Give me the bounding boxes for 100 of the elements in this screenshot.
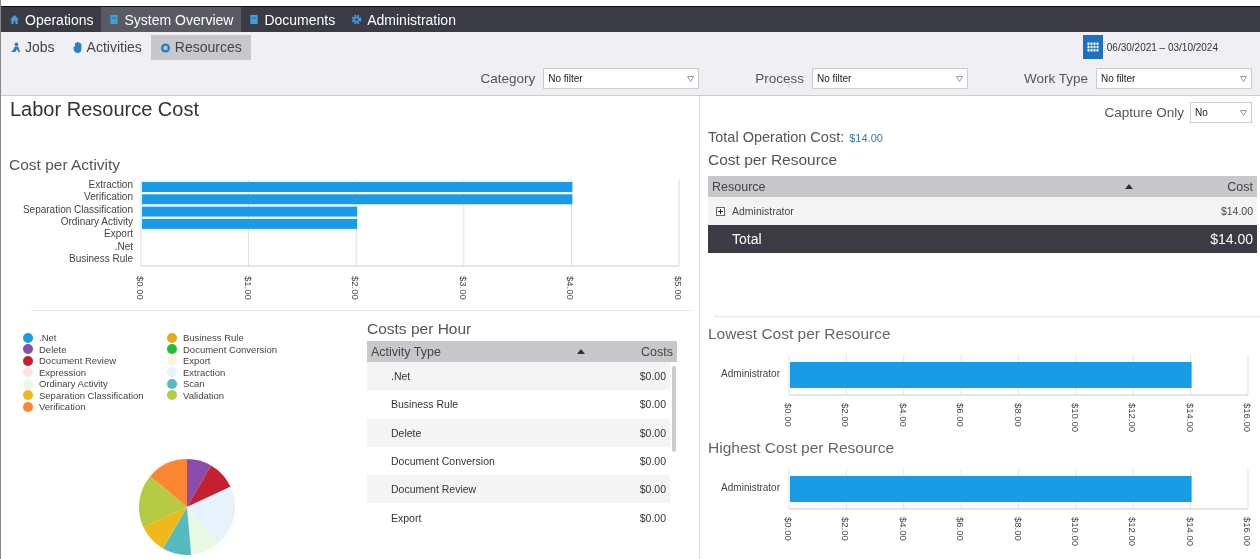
table-cell: $0.00 <box>639 511 666 524</box>
legend-label: Expression <box>39 366 86 378</box>
total-value: $14.00 <box>849 132 883 144</box>
table-cell: Business Rule <box>391 398 459 411</box>
axis-tick-label: $6.00 <box>955 403 967 427</box>
subnav-tab[interactable]: Resources <box>150 34 251 60</box>
table-cell: Delete <box>391 426 422 439</box>
section-title: Highest Cost per Resource <box>708 439 896 457</box>
home-icon <box>9 14 20 25</box>
column-header[interactable]: Cost <box>1227 179 1253 194</box>
section-title: Cost per Activity <box>8 156 122 174</box>
legend-label: Verification <box>39 401 86 413</box>
filter-dropdown[interactable]: No filter <box>811 68 968 89</box>
filter-label: Capture Only <box>1104 105 1184 120</box>
legend-label: Validation <box>183 389 225 401</box>
axis-tick-label: $4.00 <box>565 276 577 300</box>
expand-icon[interactable] <box>716 206 725 216</box>
axis-category-label: Verification <box>84 191 133 203</box>
legend-label: Export <box>183 355 211 367</box>
calendar-icon <box>1086 42 1099 52</box>
table-row[interactable]: Business Rule $0.00 <box>367 390 670 419</box>
table-row[interactable]: Document Review $0.00 <box>367 475 670 504</box>
legend-label: Delete <box>39 343 67 355</box>
column-header[interactable]: Costs <box>641 344 673 359</box>
axis-tick-label: $12.00 <box>1127 403 1139 433</box>
table-row[interactable]: .Net $0.00 <box>367 362 670 391</box>
caret-icon <box>1240 75 1247 82</box>
axis-category-label: Extraction <box>88 179 133 190</box>
caret-icon <box>955 75 963 82</box>
legend-label: Separation Classification <box>39 389 144 401</box>
axis-tick-label: $10.00 <box>1069 517 1081 547</box>
table-cell: Document Review <box>391 483 477 496</box>
hand-icon <box>72 41 83 53</box>
subnav-tab[interactable]: Jobs <box>1 34 64 60</box>
legend-label: Document Conversion <box>183 343 277 355</box>
caret-icon <box>1240 109 1247 116</box>
axis-tick-label: $6.00 <box>955 517 967 541</box>
table-cell: $0.00 <box>639 398 666 411</box>
legend-label: Ordinary Activity <box>39 378 108 390</box>
nav-tab[interactable]: Documents <box>241 7 344 32</box>
calendar-button[interactable] <box>1082 35 1103 59</box>
axis-tick-label: $10.00 <box>1069 403 1081 433</box>
axis-tick-label: $8.00 <box>1012 517 1024 541</box>
axis-tick-label: $4.00 <box>897 517 909 541</box>
table-cell: .Net <box>391 370 411 383</box>
legend-label: Extraction <box>183 366 226 378</box>
table-row[interactable]: Export $0.00 <box>367 503 670 532</box>
axis-tick-label: $4.00 <box>897 403 909 427</box>
axis-tick-label: $0.00 <box>783 403 794 427</box>
table-cell: Document Conversion <box>391 455 495 468</box>
axis-tick-label: $16.00 <box>1242 403 1253 433</box>
axis-tick-label: $14.00 <box>1184 403 1196 433</box>
legend-label: .Net <box>39 332 57 344</box>
axis-tick-label: $12.00 <box>1127 517 1139 547</box>
document-icon <box>249 14 260 25</box>
section-title: Cost per Resource <box>708 151 839 169</box>
sort-icon <box>577 349 585 354</box>
filter-dropdown[interactable]: No filter <box>543 68 700 89</box>
grid-line <box>788 468 790 510</box>
filter-label: Process <box>755 71 804 86</box>
column-header[interactable]: Resource <box>712 179 766 194</box>
worker-icon <box>10 41 21 53</box>
axis-category-label: Export <box>104 228 133 240</box>
nav-tab[interactable]: Administration <box>343 7 464 32</box>
subnav-tab[interactable]: Activities <box>63 34 151 60</box>
document-icon <box>109 14 120 25</box>
table-row[interactable]: Delete $0.00 <box>367 418 670 447</box>
axis-category-label: Separation Classification <box>22 203 133 215</box>
sort-icon <box>1125 184 1133 189</box>
table-row[interactable]: Document Conversion $0.00 <box>367 446 670 476</box>
nav-tab[interactable]: System Overview <box>101 7 242 32</box>
legend-label: Scan <box>183 378 205 390</box>
page-title: Labor Resource Cost <box>10 98 199 120</box>
table-cell: $0.00 <box>639 483 666 496</box>
scrollbar[interactable] <box>672 366 676 452</box>
axis-tick-label: $2.00 <box>840 403 852 427</box>
axis-category-label: Ordinary Activity <box>60 215 133 227</box>
table-cell: Administrator <box>732 205 794 217</box>
total-label: Total Operation Cost: <box>708 129 845 145</box>
axis-category-label: Administrator <box>721 482 780 493</box>
resource-icon <box>159 41 171 53</box>
axis-category-label: Business Rule <box>69 252 133 264</box>
date-range: 06/30/2021 – 03/10/2024 <box>1106 41 1218 53</box>
legend-label: Business Rule <box>183 332 244 344</box>
caret-icon <box>687 75 695 82</box>
filter-dropdown[interactable]: No <box>1190 102 1252 123</box>
column-header[interactable]: Activity Type <box>371 344 441 359</box>
axis-tick-label: $3.00 <box>457 276 469 300</box>
nav-tab[interactable]: Operations <box>1 7 102 32</box>
axis-tick-label: $16.00 <box>1242 517 1253 547</box>
axis-tick-label: $8.00 <box>1012 403 1024 427</box>
table-cell: Export <box>391 511 422 524</box>
grid-line <box>788 354 790 396</box>
filter-dropdown[interactable]: No filter <box>1096 68 1252 89</box>
axis-tick-label: $0.00 <box>135 276 146 300</box>
axis-tick-label: $2.00 <box>350 276 362 300</box>
axis-category-label: .Net <box>114 240 133 252</box>
total-row: Total $14.00 <box>708 225 1257 253</box>
table-cell: $14.00 <box>1220 205 1253 217</box>
settings-icon <box>351 14 363 25</box>
